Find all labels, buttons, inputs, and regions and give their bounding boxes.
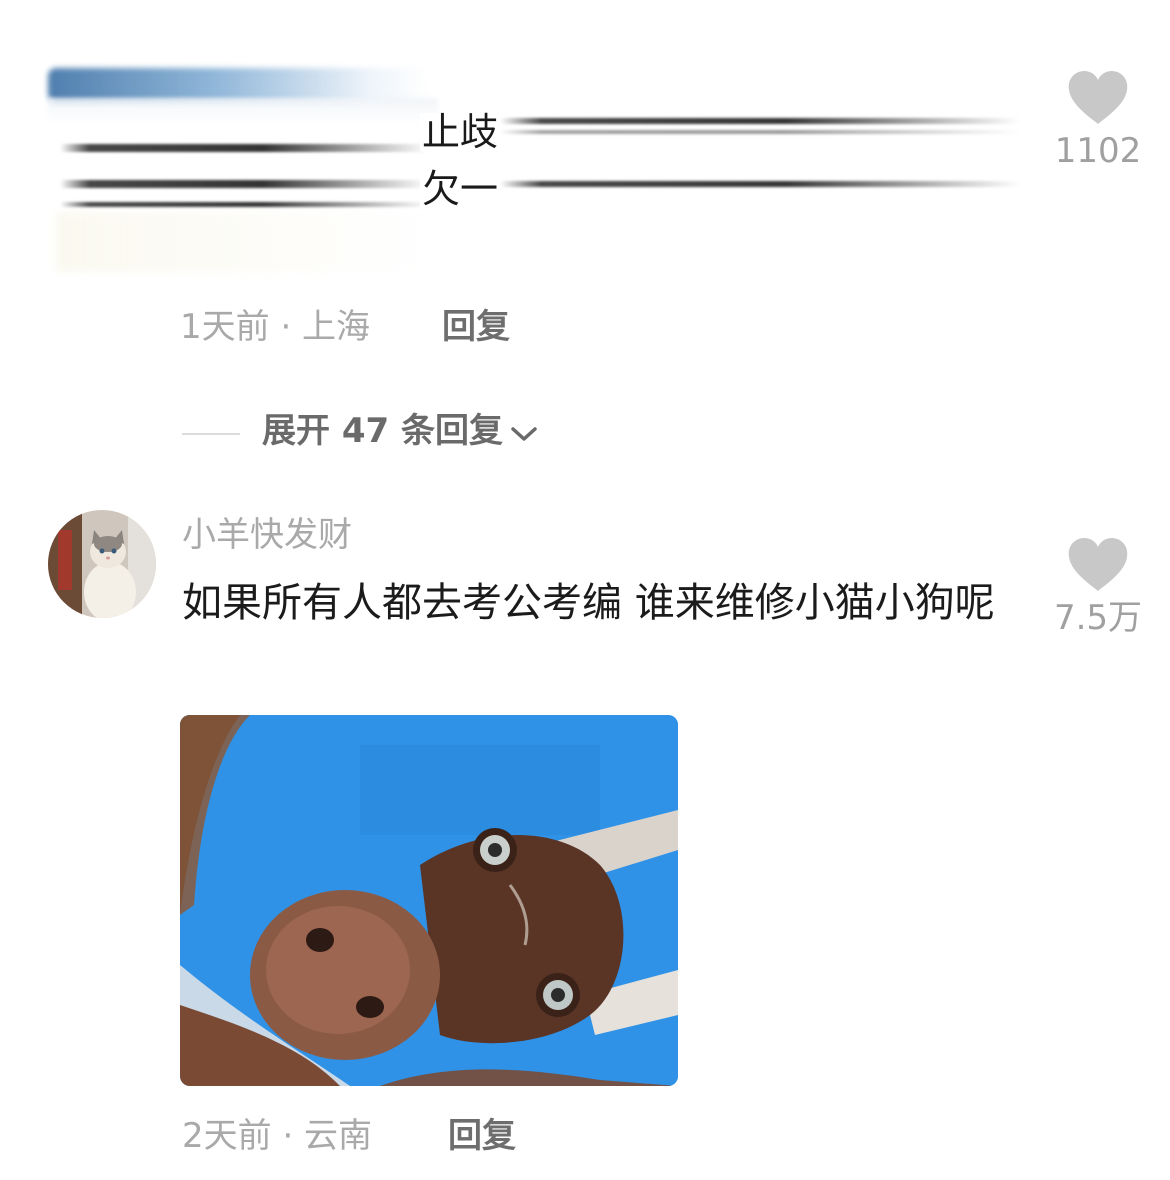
obscured-text-line — [500, 130, 1020, 134]
expand-divider — [182, 433, 240, 435]
comment-2-username[interactable]: 小羊快发财 — [182, 518, 352, 552]
obscured-text-line — [60, 180, 430, 188]
avatar[interactable] — [48, 510, 156, 618]
dog-cone-photo-icon — [180, 715, 678, 1086]
comment-2-like-count: 7.5万 — [1053, 598, 1143, 638]
obscured-text-line — [500, 181, 1020, 187]
expand-replies-label: 展开 47 条回复 — [262, 411, 503, 451]
comment-list: 止歧 欠一 1天前 · 上海 回复 1102 展开 47 条回复 小羊快发财 如… — [0, 0, 1170, 1180]
comment-1-like-count: 1102 — [1054, 131, 1142, 171]
obscured-text-line — [500, 118, 1020, 124]
obscured-text-line — [60, 202, 430, 207]
obscured-username-band — [48, 68, 428, 102]
heart-icon — [1068, 71, 1128, 124]
comment-2-text: 如果所有人都去考公考编 谁来维修小猫小狗呢 — [182, 580, 995, 626]
obscured-text-line — [60, 144, 430, 152]
heart-icon — [1068, 538, 1128, 591]
comment-2-image[interactable] — [180, 715, 678, 1086]
comment-2-reply-button[interactable]: 回复 — [448, 1119, 516, 1153]
obscured-haze — [56, 212, 436, 272]
comment-2-meta: 2天前 · 云南 — [182, 1116, 373, 1156]
comment-1-like-button[interactable]: 1102 — [1043, 70, 1153, 168]
comment-1-text-fragment: 欠一 — [420, 167, 501, 211]
expand-replies-button[interactable]: 展开 47 条回复 — [262, 414, 539, 450]
comment-2-like-button[interactable]: 7.5万 — [1043, 537, 1153, 635]
comment-1-text-fragment: 止歧 — [420, 110, 501, 154]
chevron-down-icon — [509, 416, 539, 450]
comment-1-reply-button[interactable]: 回复 — [442, 310, 510, 344]
comment-1-meta: 1天前 · 上海 — [180, 307, 371, 347]
cat-avatar-icon — [48, 510, 156, 618]
obscured-streak — [48, 98, 438, 124]
